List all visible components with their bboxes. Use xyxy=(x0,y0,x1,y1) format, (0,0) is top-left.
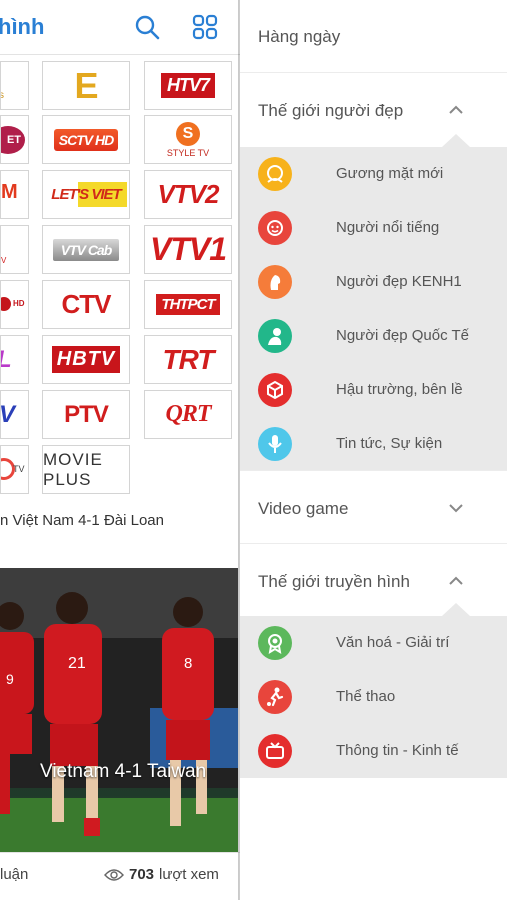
views-label: lượt xem xyxy=(159,866,219,883)
channel-tile-movie-plus[interactable]: MOVIE PLUS xyxy=(42,445,130,494)
grid-menu-icon[interactable] xyxy=(192,14,218,40)
submenu-beauty: Gương mặt mới Người nổi tiếng Người đẹp KE… xyxy=(240,147,507,470)
side-menu: Hàng ngày Thế giới người đẹp Gương mặt m… xyxy=(240,0,507,900)
menu-section-video-game[interactable]: Video game xyxy=(240,472,507,544)
channel-tile[interactable]: V xyxy=(0,390,29,439)
submenu-item[interactable]: Gương mặt mới xyxy=(240,147,507,201)
channel-tile[interactable]: TV xyxy=(0,445,29,494)
channel-tile-lets-viet[interactable]: LET'S VIET xyxy=(42,170,130,219)
channel-tile[interactable]: L xyxy=(0,335,29,384)
submenu-pointer xyxy=(442,603,470,616)
channel-tile-style-tv[interactable]: S STYLE TV xyxy=(144,115,232,164)
submenu-item-label: Người nổi tiếng xyxy=(336,219,440,236)
submenu-item-label: Văn hoá - Giải trí xyxy=(336,634,450,651)
menu-section-label: Video game xyxy=(258,499,349,518)
submenu-item-label: Tin tức, Sự kiện xyxy=(336,435,443,452)
article-headline[interactable]: n Việt Nam 4-1 Đài Loan xyxy=(0,512,164,529)
tv-icon xyxy=(258,734,292,768)
submenu-item-label: Người đẹp KENH1 xyxy=(336,273,462,290)
channel-tile-qrt[interactable]: QRT xyxy=(144,390,232,439)
channel-tile-hbtv[interactable]: HBTV xyxy=(42,335,130,384)
submenu-item-label: Hậu trường, bên lề xyxy=(336,381,463,398)
face-icon xyxy=(258,157,292,191)
article-photo[interactable]: 9 21 8 xyxy=(0,568,238,852)
submenu-item[interactable]: Người đẹp Quốc Tế xyxy=(240,309,507,363)
channel-tile[interactable]: M xyxy=(0,170,29,219)
search-icon[interactable] xyxy=(134,14,160,40)
channel-tile-vtvcab[interactable]: VTV Cab xyxy=(42,225,130,274)
chevron-up-icon xyxy=(449,576,463,585)
woman-profile-icon xyxy=(258,265,292,299)
submenu-item[interactable]: Thông tin - Kinh tế xyxy=(240,724,507,778)
jersey-number: 8 xyxy=(184,655,192,672)
submenu-item-label: Thông tin - Kinh tế xyxy=(336,742,459,759)
submenu-item-label: Thể thao xyxy=(336,688,396,705)
photo-caption: Vietnam 4-1 Taiwan xyxy=(40,761,207,782)
jersey-number: 9 xyxy=(6,671,14,687)
submenu-item[interactable]: Văn hoá - Giải trí xyxy=(240,616,507,670)
submenu-item[interactable]: Tin tức, Sự kiện xyxy=(240,417,507,471)
submenu-pointer xyxy=(442,134,470,147)
channel-tile[interactable]: HD xyxy=(0,280,29,329)
menu-section-label: Thế giới người đẹp xyxy=(258,101,404,120)
channel-tile-vtv1[interactable]: VTV1 xyxy=(144,225,232,274)
award-icon xyxy=(258,626,292,660)
submenu-item[interactable]: Người đẹp KENH1 xyxy=(240,255,507,309)
main-page: hình s E HTV7 ET SCTV HD S STYLE TV M LE… xyxy=(0,0,240,900)
channel-tile-vtv2[interactable]: VTV2 xyxy=(144,170,232,219)
channel-tile[interactable]: ET xyxy=(0,115,29,164)
page-title: hình xyxy=(0,14,45,39)
comments-label[interactable]: luận xyxy=(0,866,28,883)
style-tv-logo: S xyxy=(176,121,200,146)
submenu-tv: Văn hoá - Giải trí Thể thao Thông tin - Ki… xyxy=(240,616,507,778)
channel-tile-ptv[interactable]: PTV xyxy=(42,390,130,439)
divider xyxy=(240,543,507,544)
submenu-item-label: Gương mặt mới xyxy=(336,165,444,182)
article-footer: luận 703 lượt xem xyxy=(0,852,240,900)
chevron-up-icon xyxy=(449,105,463,114)
chevron-down-icon xyxy=(449,504,463,513)
menu-section-daily[interactable]: Hàng ngày xyxy=(240,0,507,72)
channel-tile-htv7[interactable]: HTV7 xyxy=(144,61,232,110)
soccer-player-icon xyxy=(258,680,292,714)
divider xyxy=(240,470,507,471)
channel-tile-ctv[interactable]: CTV xyxy=(42,280,130,329)
submenu-item[interactable]: Người nổi tiếng xyxy=(240,201,507,255)
menu-section-label: Thế giới truyền hình xyxy=(258,572,410,591)
submenu-item-label: Người đẹp Quốc Tế xyxy=(336,327,470,344)
channel-tile-thtpct[interactable]: THTPCT xyxy=(144,280,232,329)
channel-tile-sctv-hd[interactable]: SCTV HD xyxy=(42,115,130,164)
submenu-item[interactable]: Hậu trường, bên lề xyxy=(240,363,507,417)
players-illustration: 9 21 8 xyxy=(0,568,238,852)
submenu-item[interactable]: Thể thao xyxy=(240,670,507,724)
top-bar: hình xyxy=(0,0,240,55)
box-icon xyxy=(258,373,292,407)
jersey-number: 21 xyxy=(68,655,86,672)
menu-section-label: Hàng ngày xyxy=(258,27,341,46)
channel-tile[interactable]: s xyxy=(0,61,29,110)
channel-tile-e[interactable]: E xyxy=(42,61,130,110)
eye-icon xyxy=(104,868,124,881)
channel-tile-trt[interactable]: TRT xyxy=(144,335,232,384)
star-face-icon xyxy=(258,211,292,245)
microphone-icon xyxy=(258,427,292,461)
globe-woman-icon xyxy=(258,319,292,353)
views-counter: 703 lượt xem xyxy=(104,866,219,883)
divider xyxy=(240,72,507,73)
views-count: 703 xyxy=(129,866,155,883)
channel-tile[interactable]: V xyxy=(0,225,29,274)
logo-dot xyxy=(1,297,11,311)
